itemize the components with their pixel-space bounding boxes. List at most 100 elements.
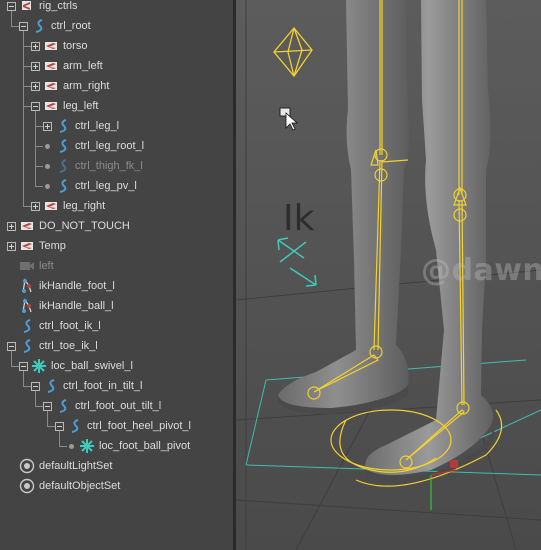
tree-guide-line [23,386,31,387]
nurbs-curve-icon [55,178,71,194]
outliner-item-label: ctrl_foot_heel_pivot_l [87,420,191,432]
outliner-item[interactable]: arm_right [0,76,233,96]
collapse-toggle-icon[interactable] [43,402,52,411]
expand-toggle-icon[interactable] [43,122,52,131]
outliner-item-label: ctrl_foot_ik_l [39,320,101,332]
collapse-toggle-icon[interactable] [19,362,28,371]
tree-guide-line [23,206,31,207]
set-icon [19,478,35,494]
outliner-item[interactable]: loc_foot_ball_pivot [0,436,233,456]
outliner-item[interactable]: defaultLightSet [0,456,233,476]
leaf-dot-icon [69,444,74,449]
outliner-item[interactable]: ctrl_foot_ik_l [0,316,233,336]
tree-guide-line [11,26,19,27]
collapse-toggle-icon[interactable] [7,342,16,351]
outliner-item[interactable]: rig_ctrls [0,0,233,16]
expand-toggle-icon[interactable] [31,82,40,91]
tree-guide-line [35,406,43,407]
outliner-item[interactable]: ikHandle_ball_l [0,296,233,316]
outliner-item[interactable]: DO_NOT_TOUCH [0,216,233,236]
outliner-item-label: ctrl_root [51,20,91,32]
outliner-item[interactable]: defaultObjectSet [0,476,233,496]
nurbs-curve-icon [19,338,35,354]
tree-guide-line [35,166,43,167]
tree-guide-line [23,31,24,206]
outliner-item-label: ctrl_foot_out_tilt_l [75,400,162,412]
expand-toggle-icon[interactable] [31,42,40,51]
outliner-item-label: ikHandle_ball_l [39,300,114,312]
nurbs-curve-icon [19,318,35,334]
outliner-item[interactable]: ctrl_foot_heel_pivot_l [0,416,233,436]
outliner-item[interactable]: loc_ball_swivel_l [0,356,233,376]
joint-icon [43,38,59,54]
outliner-item-label: loc_foot_ball_pivot [99,440,191,452]
joint-icon [19,218,35,234]
nurbs-curve-icon [55,138,71,154]
collapse-toggle-icon[interactable] [7,2,16,11]
tree-guide-line [23,371,24,386]
outliner-item[interactable]: torso [0,36,233,56]
tree-guide-line [59,431,60,446]
outliner-item-label: ctrl_thigh_fk_l [75,160,143,172]
collapse-toggle-icon[interactable] [55,422,64,431]
nurbs-curve-icon [55,118,71,134]
outliner-item-label: leg_left [63,100,99,112]
collapse-toggle-icon[interactable] [31,382,40,391]
outliner-item-label: leg_right [63,200,106,212]
ik-label-glyph: Ik [283,198,315,239]
tree-guide-line [47,426,55,427]
joint-icon [43,78,59,94]
leaf-dot-icon [45,144,50,149]
joint-icon [43,198,59,214]
joint-icon [43,58,59,74]
outliner-item-label: DO_NOT_TOUCH [39,220,130,232]
outliner-item-label: Temp [39,240,66,252]
collapse-toggle-icon[interactable] [31,102,40,111]
outliner-item[interactable]: left [0,256,233,276]
outliner-item-label: ctrl_foot_in_tilt_l [63,380,143,392]
tree-guide-line [11,11,12,26]
tree-guide-line [23,66,31,67]
joint-icon [43,98,59,114]
outliner-item[interactable]: Temp [0,236,233,256]
tree-guide-line [35,391,36,406]
nurbs-curve-icon [31,18,47,34]
camera-icon [19,258,35,274]
viewport-3d[interactable]: Ik @dawn_arc [236,0,541,550]
tree-guide-line [23,86,31,87]
outliner-item[interactable]: ctrl_toe_ik_l [0,336,233,356]
nurbs-curve-icon [55,158,71,174]
tree-guide-line [35,186,43,187]
leaf-dot-icon [45,184,50,189]
collapse-toggle-icon[interactable] [19,22,28,31]
tree-guide-line [47,411,48,426]
ik-handle-icon [19,298,35,314]
tree-guide-line [11,366,19,367]
transform-group-icon [19,0,35,14]
tree-guide-line [23,106,31,107]
leaf-dot-icon [45,164,50,169]
nurbs-curve-icon [43,378,59,394]
tree-guide-line [35,111,36,186]
locator-icon [31,358,47,374]
tree-guide-line [23,46,31,47]
tree-guide-line [35,146,43,147]
outliner-item-label: ikHandle_foot_l [39,280,115,292]
expand-toggle-icon[interactable] [31,62,40,71]
outliner-item-label: ctrl_leg_l [75,120,120,132]
expand-toggle-icon[interactable] [31,202,40,211]
nurbs-curve-icon [67,418,83,434]
outliner-item[interactable]: leg_right [0,196,233,216]
outliner-item[interactable]: ctrl_root [0,16,233,36]
outliner-item[interactable]: arm_left [0,56,233,76]
tree-guide-line [11,351,12,366]
outliner-panel: rig_ctrls ctrl_roottorso arm_left arm_right… [0,0,233,550]
expand-toggle-icon[interactable] [7,222,16,231]
outliner-item-label: arm_left [63,60,103,72]
tree-guide-line [59,446,67,447]
outliner-item-label: torso [63,40,88,52]
nurbs-curve-icon [55,398,71,414]
expand-toggle-icon[interactable] [7,242,16,251]
outliner-item-label: left [39,260,54,272]
outliner-item[interactable]: ikHandle_foot_l [0,276,233,296]
